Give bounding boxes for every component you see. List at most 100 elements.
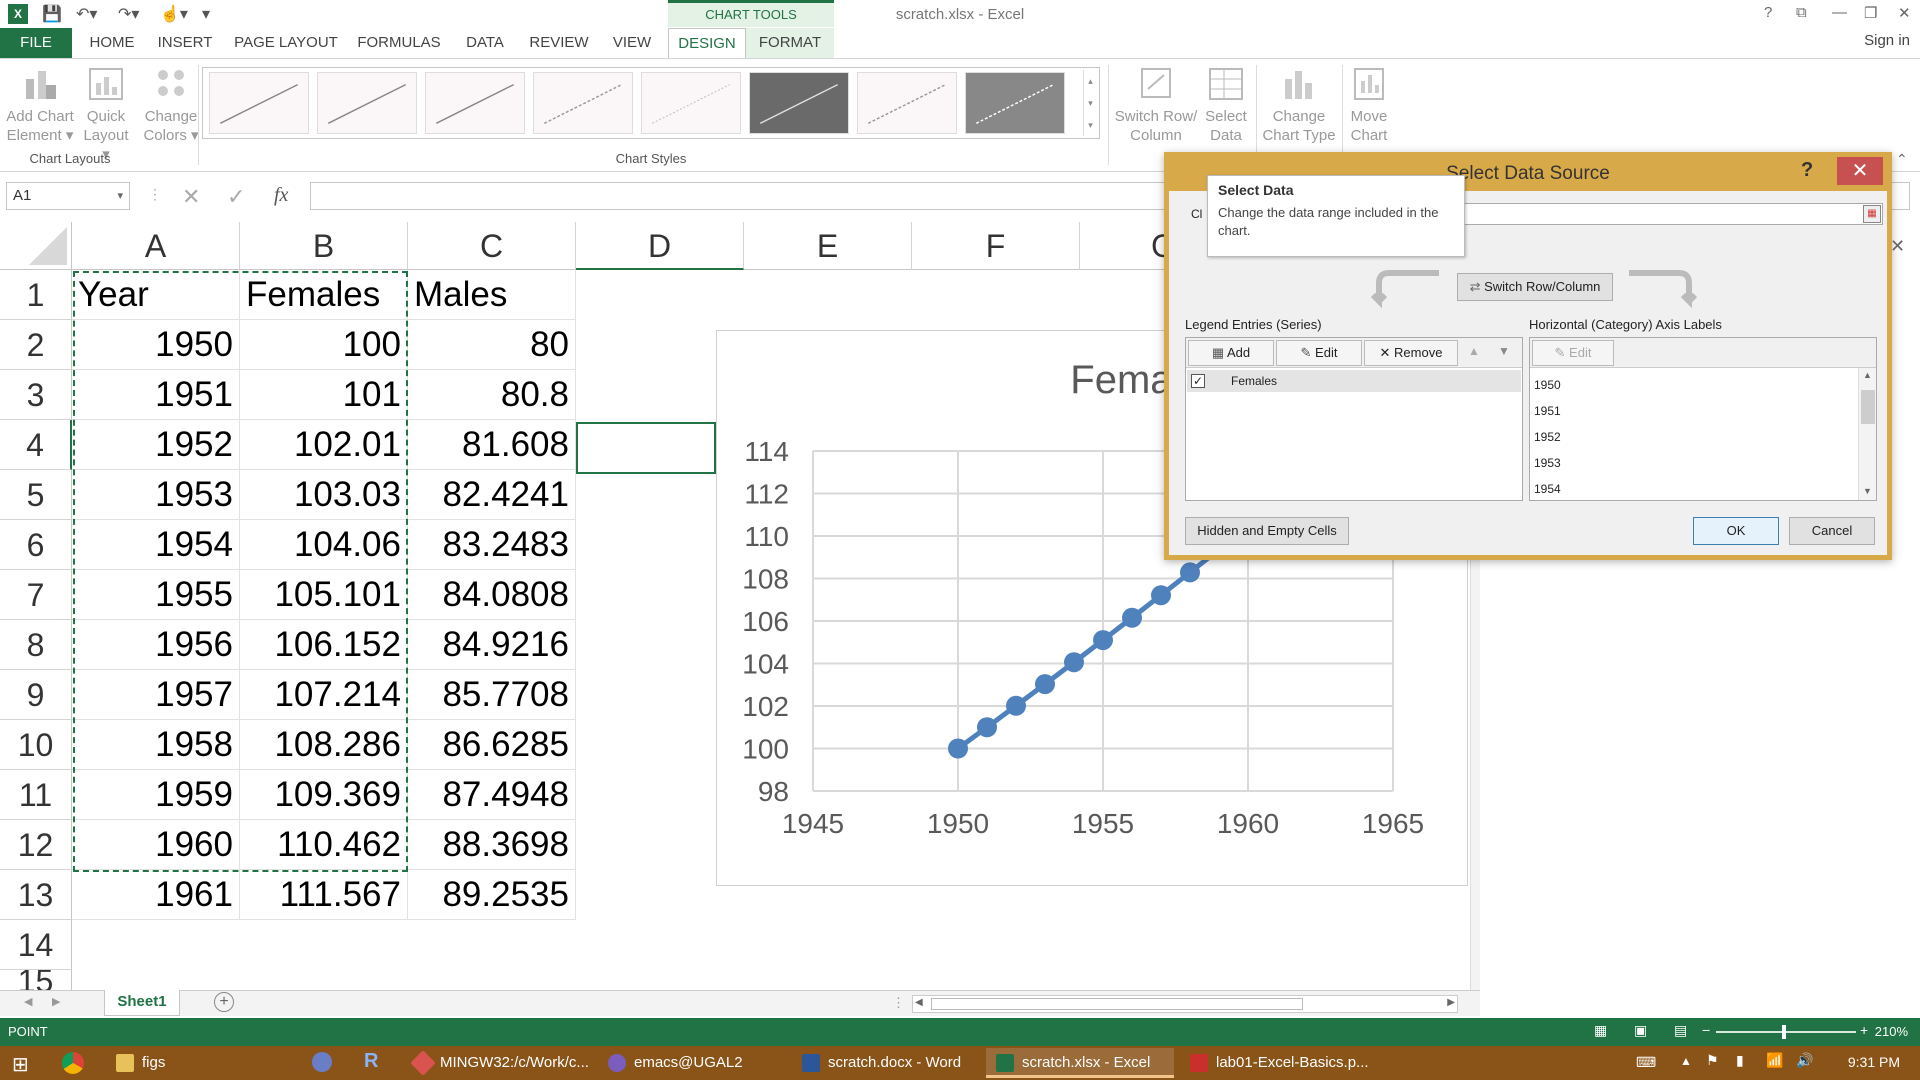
page-break-view-icon[interactable]: ▤ (1674, 1022, 1687, 1039)
table-cell[interactable]: 88.3698 (408, 820, 576, 870)
data-point[interactable] (1006, 695, 1026, 716)
next-sheet-icon[interactable]: ▶ (52, 995, 60, 1008)
table-cell[interactable]: 80 (408, 320, 576, 370)
taskbar-item-pdf[interactable]: lab01-Excel-Basics.p... (1180, 1048, 1368, 1078)
row-header[interactable]: 12 (0, 820, 72, 870)
row-header[interactable]: 11 (0, 770, 72, 820)
table-cell[interactable]: 110.462 (240, 820, 408, 870)
battery-icon[interactable]: ▮ (1736, 1052, 1744, 1069)
normal-view-icon[interactable]: ▦ (1594, 1022, 1607, 1039)
close-pane-icon[interactable]: ✕ (1890, 236, 1905, 257)
data-point[interactable] (1151, 585, 1171, 606)
chart-style-1[interactable] (209, 72, 309, 134)
hidden-empty-cells-button[interactable]: Hidden and Empty Cells (1185, 517, 1349, 545)
taskbar-item-emacs[interactable]: emacs@UGAL2 (598, 1048, 786, 1078)
tab-design[interactable]: DESIGN (668, 28, 746, 58)
restore-icon[interactable]: ❐ (1864, 4, 1877, 22)
taskbar-item-excel[interactable]: scratch.xlsx - Excel (986, 1048, 1174, 1078)
list-item[interactable]: 1953 (1534, 456, 1561, 470)
zoom-slider[interactable] (1716, 1031, 1856, 1033)
tab-format[interactable]: FORMAT (746, 28, 834, 58)
table-cell[interactable]: 1961 (72, 870, 240, 920)
table-cell[interactable]: 1954 (72, 520, 240, 570)
system-clock[interactable]: 9:31 PM (1848, 1054, 1900, 1070)
keyboard-icon[interactable]: ⌨ (1636, 1054, 1656, 1071)
table-cell[interactable]: 109.369 (240, 770, 408, 820)
column-header-a[interactable]: A (72, 222, 240, 270)
column-header-c[interactable]: C (408, 222, 576, 270)
data-point[interactable] (977, 717, 997, 738)
taskbar-item-figs[interactable]: figs (106, 1048, 294, 1078)
table-cell[interactable]: 1958 (72, 720, 240, 770)
windows-start-icon[interactable]: ⊞ (12, 1052, 29, 1077)
list-item[interactable]: ✓ Females (1187, 370, 1521, 392)
table-cell[interactable]: 1950 (72, 320, 240, 370)
change-chart-type-button[interactable]: Change Chart Type (1260, 65, 1338, 145)
table-cell[interactable]: 84.9216 (408, 620, 576, 670)
quick-layout-button[interactable]: Quick Layout ▾ (80, 65, 132, 164)
move-down-icon[interactable]: ▼ (1498, 344, 1510, 358)
table-cell[interactable]: 1955 (72, 570, 240, 620)
collapse-ribbon-icon[interactable]: ⌃ (1896, 151, 1908, 168)
list-item[interactable]: 1951 (1534, 404, 1561, 418)
chart-style-4[interactable] (533, 72, 633, 134)
column-header-f[interactable]: F (912, 222, 1080, 270)
tab-formulas[interactable]: FORMULAS (352, 28, 446, 58)
tab-view[interactable]: VIEW (604, 28, 660, 58)
move-chart-button[interactable]: Move Chart (1346, 65, 1392, 145)
row-header[interactable]: 1 (0, 270, 72, 320)
table-cell[interactable]: 100 (240, 320, 408, 370)
table-cell[interactable]: 1952 (72, 420, 240, 470)
data-point[interactable] (1093, 630, 1113, 651)
row-header[interactable]: 13 (0, 870, 72, 920)
edit-series-button[interactable]: ✎ Edit (1276, 340, 1362, 366)
table-cell[interactable]: 83.2483 (408, 520, 576, 570)
data-point[interactable] (1064, 652, 1084, 673)
row-header[interactable]: 6 (0, 520, 72, 570)
table-cell[interactable]: 101 (240, 370, 408, 420)
tab-page-layout[interactable]: PAGE LAYOUT (228, 28, 344, 58)
sheet-tab-sheet1[interactable]: Sheet1 (104, 990, 180, 1016)
row-header[interactable]: 14 (0, 920, 72, 970)
prev-sheet-icon[interactable]: ◀ (24, 995, 32, 1008)
chart-style-6[interactable] (749, 72, 849, 134)
table-cell[interactable]: 108.286 (240, 720, 408, 770)
table-cell[interactable]: 84.0808 (408, 570, 576, 620)
series-checkbox[interactable]: ✓ (1191, 374, 1205, 388)
chart-data-range-input[interactable] (1439, 203, 1883, 225)
network-icon[interactable]: 📶 (1766, 1052, 1783, 1069)
chart-style-3[interactable] (425, 72, 525, 134)
table-cell[interactable]: 111.567 (240, 870, 408, 920)
move-up-icon[interactable]: ▲ (1468, 344, 1480, 358)
select-data-source-dialog[interactable]: Select Data Source ? ✕ Cl ▦ Select Data … (1164, 152, 1892, 560)
add-series-button[interactable]: ▦ Add (1188, 340, 1274, 366)
volume-icon[interactable]: 🔊 (1796, 1052, 1813, 1069)
switch-row-column-button[interactable]: Switch Row/ Column (1112, 65, 1200, 145)
ok-button[interactable]: OK (1693, 517, 1779, 545)
cancel-entry-icon[interactable]: ✕ (182, 184, 200, 210)
table-cell[interactable]: 1951 (72, 370, 240, 420)
name-box[interactable]: A1 (6, 182, 130, 210)
table-cell[interactable]: 107.214 (240, 670, 408, 720)
row-header[interactable]: 4 (0, 420, 72, 470)
chart-style-2[interactable] (317, 72, 417, 134)
zoom-out-icon[interactable]: − (1702, 1022, 1710, 1038)
table-cell[interactable]: 81.608 (408, 420, 576, 470)
cell-c1[interactable]: Males (408, 270, 576, 320)
row-header[interactable]: 9 (0, 670, 72, 720)
cell-b1[interactable]: Females (240, 270, 408, 320)
data-point[interactable] (1035, 674, 1055, 695)
cancel-button[interactable]: Cancel (1789, 517, 1875, 545)
select-data-button[interactable]: Select Data (1200, 65, 1252, 145)
chrome-icon[interactable] (62, 1052, 84, 1074)
remove-series-button[interactable]: ✕ Remove (1364, 340, 1458, 366)
table-cell[interactable]: 82.4241 (408, 470, 576, 520)
axis-labels-panel[interactable]: ✎ Edit 1950 1951 1952 1953 1954 ▲ ▼ (1529, 337, 1877, 501)
scroll-up-icon[interactable]: ▲ (1863, 370, 1872, 380)
row-header[interactable]: 10 (0, 720, 72, 770)
table-cell[interactable]: 85.7708 (408, 670, 576, 720)
scroll-thumb[interactable] (931, 998, 1303, 1010)
zoom-slider-knob[interactable] (1782, 1025, 1786, 1039)
tab-review[interactable]: REVIEW (524, 28, 594, 58)
scroll-right-icon[interactable]: ▶ (1447, 997, 1455, 1008)
